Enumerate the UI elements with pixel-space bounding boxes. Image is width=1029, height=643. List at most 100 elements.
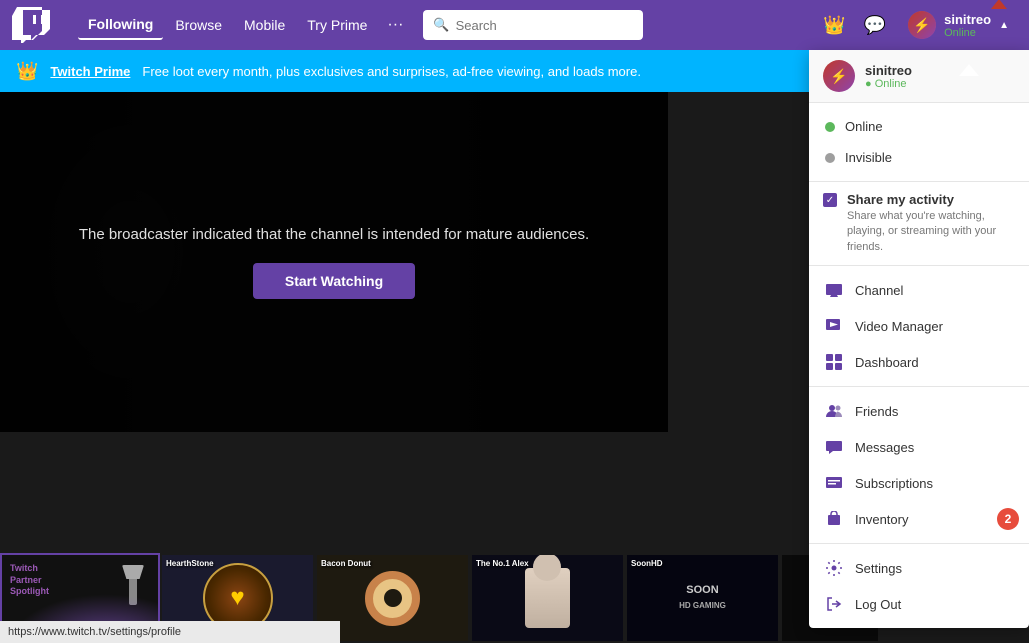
inventory-label: Inventory <box>855 512 908 527</box>
activity-label: Share my activity <box>847 192 1015 207</box>
status-url: https://www.twitch.tv/settings/profile <box>8 626 181 638</box>
status-bar: https://www.twitch.tv/settings/profile <box>0 621 340 643</box>
activity-checkbox[interactable]: ✓ <box>823 193 837 207</box>
alex-label: The No.1 Alex <box>476 559 529 568</box>
start-watching-button[interactable]: Start Watching <box>253 263 415 299</box>
subscriptions-icon <box>825 474 843 492</box>
dropdown-avatar: ⚡ <box>823 60 855 92</box>
chat-icon[interactable]: 💬 <box>860 11 890 40</box>
spotlight-text-spotlight: Spotlight <box>10 586 49 596</box>
soon-label: SoonHD <box>631 559 663 568</box>
dashboard-icon <box>825 353 843 371</box>
alex-bg: The No.1 Alex <box>472 555 623 641</box>
dashboard-label: Dashboard <box>855 355 919 370</box>
bottom-menu: Settings Log Out <box>809 544 1029 628</box>
status-online-label: Online <box>845 119 883 134</box>
thumbnail-alex[interactable]: The No.1 Alex <box>470 553 625 643</box>
messages-icon <box>825 438 843 456</box>
mature-message: The broadcaster indicated that the chann… <box>79 226 589 243</box>
activity-content: Share my activity Share what you're watc… <box>847 192 1015 255</box>
nav-try-prime[interactable]: Try Prime <box>297 11 377 39</box>
user-dropdown-menu: ⚡ sinitreo ● Online Online Invisible ✓ S… <box>809 50 1029 628</box>
menu-channel[interactable]: Channel <box>809 272 1029 308</box>
badge-2: 2 <box>997 508 1019 530</box>
menu-messages[interactable]: Messages <box>809 429 1029 465</box>
menu-settings[interactable]: Settings <box>809 550 1029 586</box>
nav-mobile[interactable]: Mobile <box>234 11 295 39</box>
donut-icon <box>365 571 420 626</box>
menu-video-manager[interactable]: Video Manager <box>809 308 1029 344</box>
top-navigation: Following Browse Mobile Try Prime ··· 🔍 … <box>0 0 1029 50</box>
search-bar: 🔍 <box>423 10 643 40</box>
bacon-donut-label: Bacon Donut <box>321 559 371 568</box>
soon-text: SOONHD GAMING <box>679 583 726 614</box>
nav-links: Following Browse Mobile Try Prime ··· <box>78 10 411 40</box>
dropdown-username: sinitreo <box>865 63 912 78</box>
username-label: sinitreo <box>944 12 991 27</box>
nav-right-icons: 👑 💬 ⚡ sinitreo Online ▲ <box>819 7 1017 43</box>
activity-description: Share what you're watching, playing, or … <box>847 209 1015 255</box>
menu-subscriptions[interactable]: Subscriptions <box>809 465 1029 501</box>
video-player: The broadcaster indicated that the chann… <box>0 92 668 432</box>
search-icon: 🔍 <box>433 17 449 33</box>
menu-logout[interactable]: Log Out <box>809 586 1029 622</box>
avatar: ⚡ <box>908 11 936 39</box>
lightning-icon-dropdown: ⚡ <box>830 68 847 85</box>
video-section: The broadcaster indicated that the chann… <box>0 92 880 643</box>
hearthstone-label: HearthStone <box>166 559 214 568</box>
dropdown-status: ● Online <box>865 78 912 90</box>
friends-icon <box>825 402 843 420</box>
spotlight-label: Twitch Partner Spotlight <box>10 563 49 598</box>
menu-section-2: Friends Messages Subscriptions Inventory… <box>809 387 1029 544</box>
spotlight-text-partner: Partner <box>10 575 42 585</box>
twitch-logo[interactable] <box>12 7 62 43</box>
channel-icon <box>825 281 843 299</box>
online-dot-icon <box>825 122 835 132</box>
alex-head <box>533 553 561 581</box>
nav-more[interactable]: ··· <box>379 10 411 40</box>
prime-link[interactable]: Twitch Prime <box>50 64 130 79</box>
user-menu-trigger[interactable]: ⚡ sinitreo Online ▲ <box>900 7 1017 43</box>
activity-section: ✓ Share my activity Share what you're wa… <box>809 182 1029 266</box>
user-info: sinitreo Online <box>944 12 991 39</box>
spotlight-text-twitch: Twitch <box>10 563 38 573</box>
status-section: Online Invisible <box>809 103 1029 182</box>
menu-dashboard[interactable]: Dashboard <box>809 344 1029 380</box>
prime-crown-icon: 👑 <box>16 61 38 82</box>
channel-label: Channel <box>855 283 903 298</box>
crown-icon[interactable]: 👑 <box>819 11 849 40</box>
logout-icon <box>825 595 843 613</box>
video-manager-label: Video Manager <box>855 319 943 334</box>
thumbnail-soon[interactable]: SOONHD GAMING SoonHD <box>625 553 780 643</box>
menu-inventory[interactable]: Inventory 2 <box>809 501 1029 537</box>
nav-following[interactable]: Following <box>78 10 163 40</box>
annotation-arrow <box>991 0 1007 9</box>
menu-section-1: Channel Video Manager Dashboard <box>809 266 1029 387</box>
friends-label: Friends <box>855 404 898 419</box>
logout-label: Log Out <box>855 597 901 612</box>
subscriptions-label: Subscriptions <box>855 476 933 491</box>
status-invisible-option[interactable]: Invisible <box>809 142 1029 173</box>
video-manager-icon <box>825 317 843 335</box>
hearthstone-heart: ♥ <box>230 584 244 612</box>
user-status-label: Online <box>944 27 991 39</box>
donut-hole <box>384 589 402 607</box>
prime-description: Free loot every month, plus exclusives a… <box>142 64 641 79</box>
soon-bg: SOONHD GAMING SoonHD <box>627 555 778 641</box>
menu-friends[interactable]: Friends <box>809 393 1029 429</box>
invisible-dot-icon <box>825 153 835 163</box>
nav-browse[interactable]: Browse <box>165 11 232 39</box>
status-online-option[interactable]: Online <box>809 111 1029 142</box>
settings-icon <box>825 559 843 577</box>
settings-label: Settings <box>855 561 902 576</box>
dropdown-arrow <box>959 64 979 76</box>
chevron-up-icon: ▲ <box>999 20 1009 31</box>
lightning-icon: ⚡ <box>913 17 930 34</box>
alex-figure <box>525 568 570 628</box>
status-invisible-label: Invisible <box>845 150 892 165</box>
search-input[interactable] <box>456 18 634 33</box>
messages-label: Messages <box>855 440 914 455</box>
inventory-icon <box>825 510 843 528</box>
dropdown-header: ⚡ sinitreo ● Online <box>809 50 1029 103</box>
activity-row: ✓ Share my activity Share what you're wa… <box>823 192 1015 255</box>
